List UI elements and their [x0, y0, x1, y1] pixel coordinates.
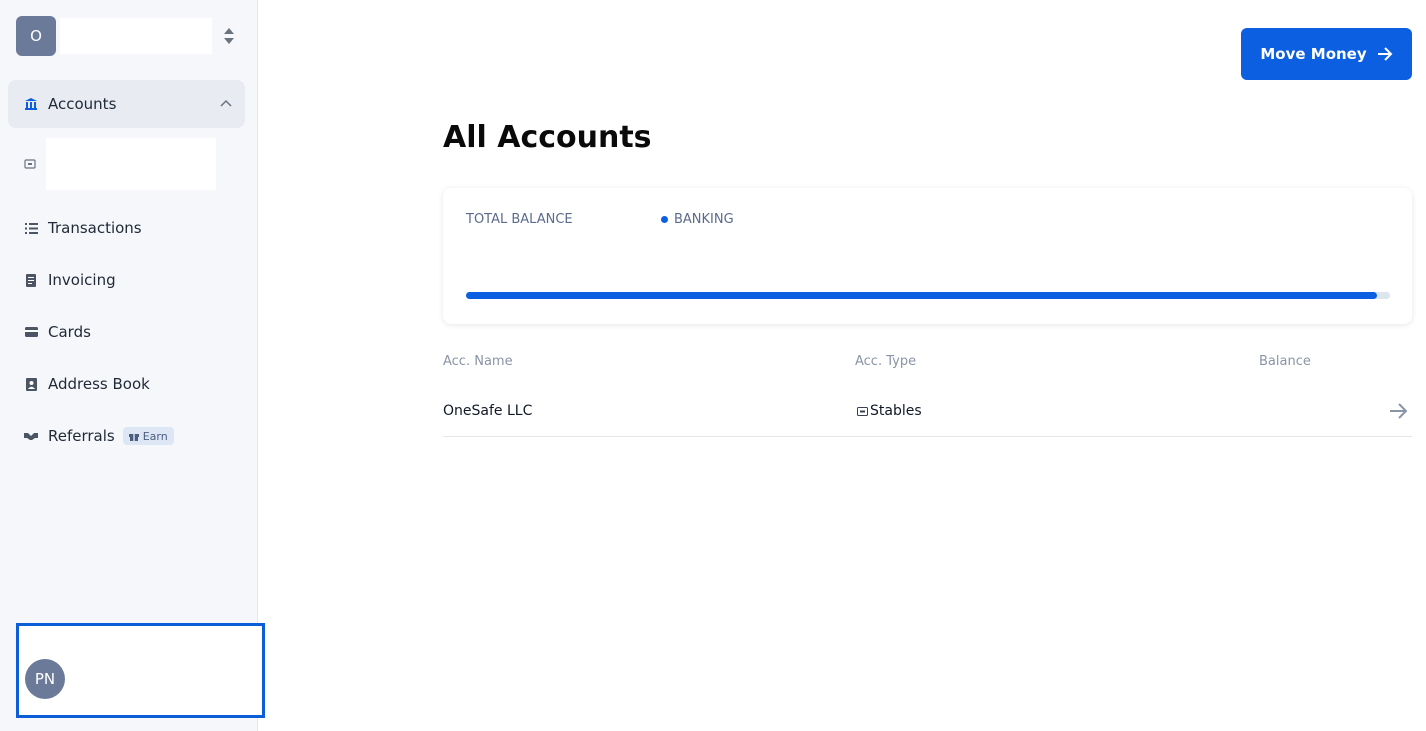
sidebar-item-label: Referrals	[48, 427, 115, 445]
org-name-redacted	[60, 18, 212, 54]
sub-account-name-redacted	[46, 138, 216, 190]
card-icon	[24, 325, 38, 339]
sidebar-sub-account[interactable]	[8, 136, 245, 192]
sidebar-item-label: Cards	[48, 323, 91, 341]
column-header-name: Acc. Name	[443, 354, 513, 369]
org-switcher[interactable]: O	[16, 16, 212, 56]
user-menu[interactable]: PN	[16, 623, 265, 718]
banking-bar-fill	[466, 292, 1378, 299]
sidebar: O Accounts Transactions Invoicing Cards …	[0, 0, 265, 731]
total-balance-label: TOTAL BALANCE	[466, 212, 573, 227]
sort-arrows-icon[interactable]	[222, 26, 236, 46]
arrow-right-icon	[1377, 47, 1393, 61]
wallet-icon	[24, 155, 36, 174]
earn-badge-label: Earn	[142, 429, 168, 443]
sidebar-item-referrals[interactable]: Referrals Earn	[8, 412, 245, 460]
arrow-right-icon[interactable]	[1388, 401, 1408, 421]
earn-badge: Earn	[122, 427, 174, 445]
wallet-icon	[857, 406, 868, 416]
sidebar-item-transactions[interactable]: Transactions	[8, 204, 245, 252]
move-money-button[interactable]: Move Money	[1241, 28, 1412, 80]
bank-icon	[24, 97, 38, 111]
chevron-up-icon[interactable]	[219, 96, 233, 110]
sidebar-item-label: Address Book	[48, 375, 150, 393]
receipt-icon	[24, 273, 38, 287]
gift-icon	[128, 433, 139, 441]
sidebar-item-accounts[interactable]: Accounts	[8, 80, 245, 128]
sidebar-item-invoicing[interactable]: Invoicing	[8, 256, 245, 304]
list-icon	[24, 221, 38, 235]
account-name: OneSafe LLC	[443, 403, 533, 419]
legend-dot	[661, 216, 668, 223]
sidebar-item-cards[interactable]: Cards	[8, 308, 245, 356]
sidebar-item-label: Accounts	[48, 95, 117, 113]
sidebar-item-label: Invoicing	[48, 271, 116, 289]
column-header-type: Acc. Type	[855, 354, 917, 369]
table-row[interactable]: OneSafe LLC Stables	[443, 386, 1412, 437]
move-money-label: Move Money	[1260, 45, 1367, 63]
user-avatar[interactable]: PN	[25, 659, 65, 699]
sidebar-item-address-book[interactable]: Address Book	[8, 360, 245, 408]
balance-bar	[466, 292, 1390, 299]
contact-book-icon	[24, 377, 38, 391]
banking-legend-label: BANKING	[674, 212, 734, 227]
balance-card: TOTAL BALANCE BANKING	[443, 188, 1412, 324]
sidebar-item-label: Transactions	[48, 219, 142, 237]
handshake-icon	[24, 429, 38, 443]
account-type: Stables	[857, 403, 922, 419]
org-avatar: O	[16, 16, 56, 56]
account-type-label: Stables	[870, 403, 922, 419]
page-title: All Accounts	[443, 120, 652, 155]
column-header-balance: Balance	[1259, 354, 1311, 369]
banking-legend: BANKING	[661, 212, 734, 227]
